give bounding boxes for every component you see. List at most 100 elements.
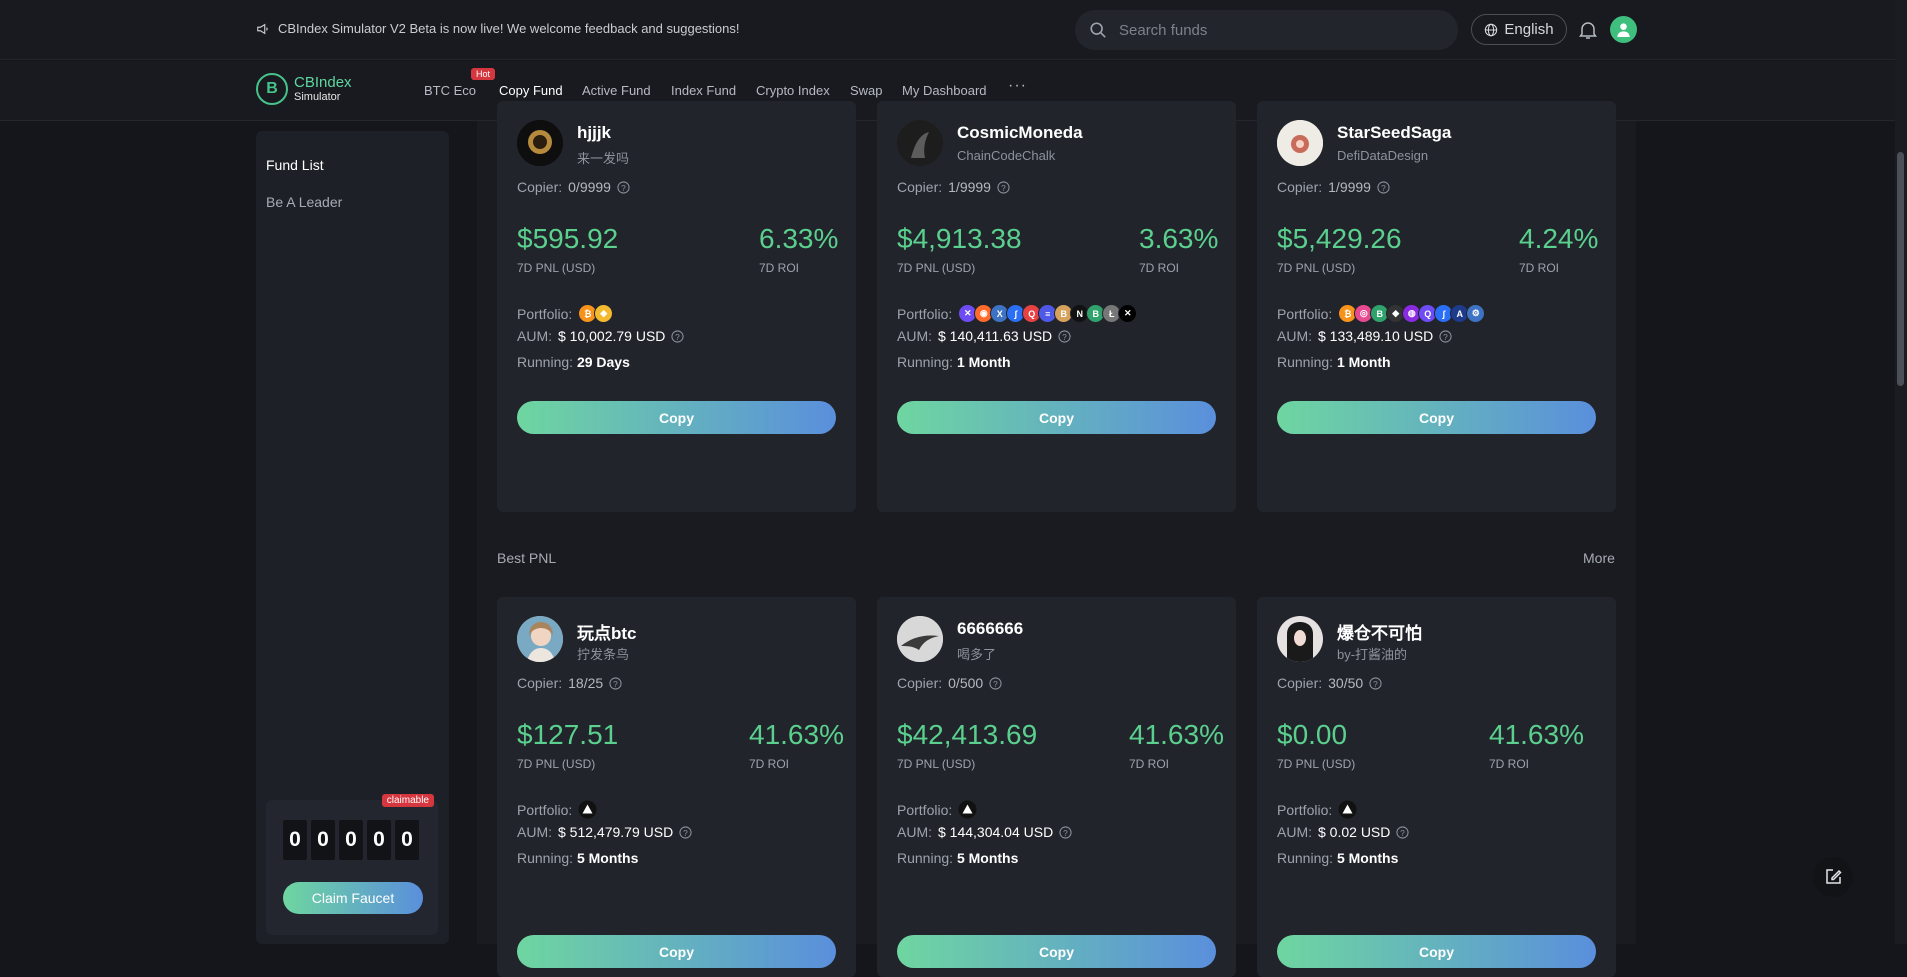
- portfolio: Portfolio: ₿ ◆: [517, 304, 614, 323]
- copier-label: Copier:: [897, 675, 943, 691]
- faucet-digit: 0: [339, 820, 363, 860]
- svg-text:?: ?: [613, 678, 618, 688]
- help-icon[interactable]: ?: [1439, 329, 1452, 343]
- roi-label: 7D ROI: [749, 757, 790, 771]
- more-link[interactable]: More: [1583, 550, 1615, 566]
- pnl-value: $42,413.69: [897, 719, 1038, 750]
- aum-value: $ 144,304.04 USD: [938, 824, 1054, 840]
- svg-text:?: ?: [1062, 331, 1067, 341]
- copier-value: 0/500: [948, 675, 984, 691]
- copier-count: Copier: 18/25 ?: [517, 675, 622, 691]
- search-bar[interactable]: [1075, 10, 1458, 50]
- help-icon[interactable]: ?: [679, 825, 692, 839]
- portfolio-coin-icon[interactable]: [578, 800, 597, 819]
- nav-crypto-index[interactable]: Crypto Index: [756, 83, 830, 98]
- help-icon[interactable]: ?: [609, 676, 622, 690]
- nav-my-dashboard[interactable]: My Dashboard: [902, 83, 987, 98]
- pnl-label: 7D PNL (USD): [1277, 757, 1356, 771]
- copy-button[interactable]: Copy: [897, 935, 1216, 968]
- scrollbar-track[interactable]: [1895, 0, 1907, 944]
- running-label: Running:: [517, 850, 574, 866]
- running: Running: 5 Months: [897, 850, 1018, 866]
- svg-text:?: ?: [1381, 182, 1386, 192]
- aum-label: AUM:: [1277, 328, 1312, 344]
- nav-copy-fund[interactable]: Copy Fund: [499, 83, 563, 98]
- copy-button[interactable]: Copy: [897, 401, 1216, 434]
- copier-value: 18/25: [568, 675, 604, 691]
- aum: AUM: $ 144,304.04 USD ?: [897, 824, 1072, 840]
- fund-manager-name[interactable]: hjjjk: [577, 123, 611, 143]
- help-icon[interactable]: ?: [1396, 825, 1409, 839]
- nav-btc-eco[interactable]: BTC Eco: [424, 83, 476, 98]
- logo-mark: B: [256, 73, 288, 105]
- fund-avatar[interactable]: [1277, 120, 1323, 166]
- fund-manager-name[interactable]: 6666666: [957, 619, 1023, 639]
- scrollbar-thumb[interactable]: [1897, 152, 1904, 386]
- fund-card: 玩点btc 拧发条鸟 Copier: 18/25 ? $127.51 7D PNL…: [497, 597, 856, 977]
- coin-icon: ◆: [594, 304, 614, 323]
- portfolio-coins[interactable]: ₿ ◆: [578, 304, 614, 323]
- copy-button[interactable]: Copy: [1277, 935, 1596, 968]
- help-icon[interactable]: ?: [1369, 676, 1382, 690]
- sidebar-item-fund-list[interactable]: Fund List: [266, 157, 324, 173]
- fund-manager-name[interactable]: CosmicMoneda: [957, 123, 1083, 143]
- aum-label: AUM:: [897, 328, 932, 344]
- portfolio-coins[interactable]: ✕ ◉ X ∫ Q ≡ B N B Ł ✕: [958, 304, 1138, 323]
- aum-label: AUM:: [1277, 824, 1312, 840]
- svg-text:?: ?: [621, 182, 626, 192]
- feedback-button[interactable]: [1813, 857, 1853, 897]
- help-icon[interactable]: ?: [1059, 825, 1072, 839]
- fund-avatar[interactable]: [517, 616, 563, 662]
- fund-manager-name[interactable]: 爆仓不可怕: [1337, 619, 1422, 644]
- pnl-value: $5,429.26: [1277, 223, 1402, 254]
- nav-index-fund[interactable]: Index Fund: [671, 83, 736, 98]
- copier-count: Copier: 30/50 ?: [1277, 675, 1382, 691]
- copier-label: Copier:: [517, 675, 563, 691]
- portfolio-coin-icon[interactable]: [1338, 800, 1357, 819]
- search-input[interactable]: [1119, 21, 1419, 39]
- copy-button[interactable]: Copy: [517, 401, 836, 434]
- logo[interactable]: B CBIndex Simulator: [256, 73, 352, 105]
- help-icon[interactable]: ?: [617, 180, 630, 194]
- portfolio-label: Portfolio:: [517, 305, 573, 322]
- fund-avatar[interactable]: [1277, 616, 1323, 662]
- fund-manager-name[interactable]: StarSeedSaga: [1337, 123, 1451, 143]
- portfolio-coins[interactable]: ₿ ◎ B ◆ ◍ Q ∫ A ⚙: [1338, 304, 1486, 323]
- claim-faucet-button[interactable]: Claim Faucet: [283, 882, 423, 914]
- fund-manager-name[interactable]: 玩点btc: [577, 619, 637, 644]
- portfolio-label: Portfolio:: [517, 801, 573, 818]
- help-icon[interactable]: ?: [989, 676, 1002, 690]
- nav-swap[interactable]: Swap: [850, 83, 883, 98]
- fund-card: 6666666 喝多了 Copier: 0/500 ? $42,413.69 7D…: [877, 597, 1236, 977]
- claimable-badge: claimable: [381, 794, 434, 807]
- help-icon[interactable]: ?: [1377, 180, 1390, 194]
- fund-card: 爆仓不可怕 by-打酱油的 Copier: 30/50 ? $0.00 7D PN…: [1257, 597, 1616, 977]
- help-icon[interactable]: ?: [997, 180, 1010, 194]
- user-avatar[interactable]: [1610, 16, 1637, 43]
- aum: AUM: $ 512,479.79 USD ?: [517, 824, 692, 840]
- faucet-digit: 0: [367, 820, 391, 860]
- copy-button[interactable]: Copy: [1277, 401, 1596, 434]
- roi-label: 7D ROI: [1139, 261, 1180, 275]
- language-selector[interactable]: English: [1471, 14, 1567, 45]
- portfolio-coin-icon[interactable]: [958, 800, 977, 819]
- bell-icon[interactable]: [1579, 20, 1597, 40]
- coin-icon: ⚙: [1466, 304, 1486, 323]
- help-icon[interactable]: ?: [671, 329, 684, 343]
- fund-avatar[interactable]: [897, 120, 943, 166]
- fund-manager-sub: DefiDataDesign: [1337, 148, 1429, 163]
- avatar-image: [517, 616, 563, 662]
- aum-value: $ 133,489.10 USD: [1318, 328, 1434, 344]
- fund-avatar[interactable]: [897, 616, 943, 662]
- main-content: hjjjk 来一发吗 Copier: 0/9999 ? $595.92 7D PN…: [477, 101, 1636, 977]
- help-icon[interactable]: ?: [1058, 329, 1071, 343]
- copy-button[interactable]: Copy: [517, 935, 836, 968]
- fund-avatar[interactable]: [517, 120, 563, 166]
- running-value: 1 Month: [956, 354, 1011, 370]
- pnl-label: 7D PNL (USD): [517, 261, 596, 275]
- running-value: 5 Months: [956, 850, 1019, 866]
- more-menu-icon[interactable]: ···: [1008, 77, 1027, 95]
- edit-icon: [1826, 869, 1842, 884]
- nav-active-fund[interactable]: Active Fund: [582, 83, 651, 98]
- sidebar-item-be-a-leader[interactable]: Be A Leader: [266, 194, 342, 210]
